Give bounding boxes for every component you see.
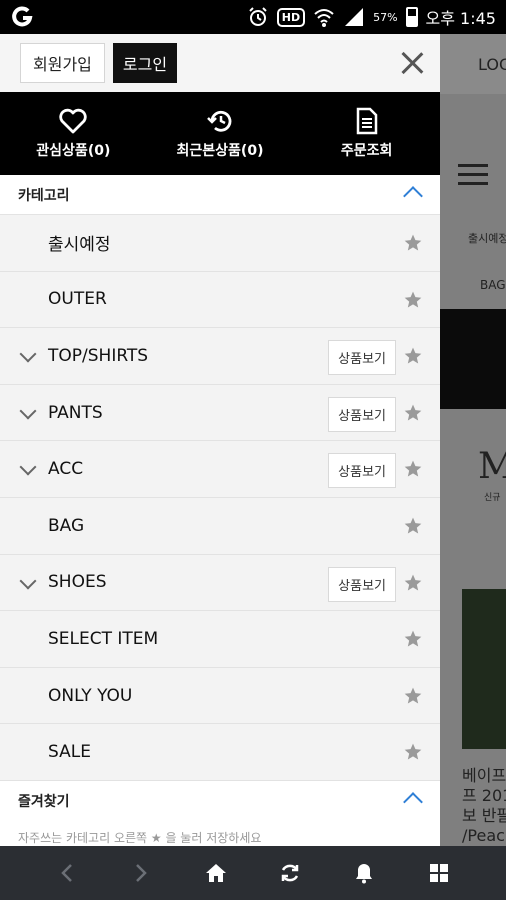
wifi-icon	[313, 6, 335, 28]
view-products-button[interactable]: 상품보기	[328, 566, 396, 602]
star-icon[interactable]	[402, 402, 424, 424]
signal-icon	[343, 6, 365, 28]
category-label: BAG	[48, 515, 85, 536]
chevron-down-icon[interactable]	[19, 572, 37, 590]
favorites-section: 즐겨찾기 자주쓰는 카테고리 오른쪽 ★ 을 눌러 저장하세요	[0, 780, 440, 846]
recent-items-label: 최근본상품(0)	[176, 142, 264, 159]
category-section-header[interactable]: 카테고리	[0, 175, 440, 215]
category-label: SHOES	[48, 572, 107, 593]
star-icon[interactable]	[402, 289, 424, 311]
star-icon[interactable]	[402, 232, 424, 254]
quick-menu: 관심상품(0) 최근본상품(0) 주문조회	[0, 92, 440, 175]
login-button[interactable]: 로그인	[112, 43, 178, 83]
category-label: ONLY YOU	[48, 685, 133, 706]
category-item[interactable]: SHOES 상품보기	[0, 555, 440, 612]
star-icon[interactable]	[402, 628, 424, 650]
category-label: TOP/SHIRTS	[48, 345, 149, 366]
background-product-photo	[462, 589, 506, 749]
category-item[interactable]: ACC 상품보기	[0, 441, 440, 498]
view-products-button[interactable]: 상품보기	[328, 453, 396, 489]
refresh-icon[interactable]	[270, 853, 310, 893]
forward-icon[interactable]	[121, 853, 161, 893]
category-list: 출시예정 OUTER TOP/SHIRTS 상품보기 PANTS 상품보기 ACC 상품보기 B…	[0, 215, 440, 781]
hamburger-icon	[458, 164, 488, 191]
chevron-down-icon[interactable]	[19, 458, 37, 476]
tabs-icon[interactable]	[419, 853, 459, 893]
background-nav-text-2: BAG	[480, 278, 506, 292]
battery-icon	[405, 7, 418, 27]
star-icon[interactable]	[402, 572, 424, 594]
back-icon[interactable]	[47, 853, 87, 893]
category-label: PANTS	[48, 402, 103, 423]
drawer-header: 회원가입 로그인	[0, 34, 440, 92]
hd-icon: HD	[276, 7, 306, 27]
close-icon[interactable]	[400, 51, 424, 75]
document-icon	[355, 107, 379, 134]
category-label: SELECT ITEM	[48, 628, 159, 649]
recent-items-button[interactable]: 최근본상품(0)	[147, 92, 294, 175]
order-lookup-label: 주문조회	[340, 142, 393, 159]
star-icon[interactable]	[402, 515, 424, 537]
view-products-button[interactable]: 상품보기	[328, 340, 396, 376]
chevron-up-icon[interactable]	[403, 792, 423, 812]
category-title: 카테고리	[18, 187, 70, 204]
category-label: ACC	[48, 459, 84, 480]
side-drawer: 회원가입 로그인 관심상품(0) 최근본상품(0) 주문조회 카테고리 출시예정…	[0, 34, 440, 846]
category-label: OUTER	[48, 289, 107, 310]
background-login-link: LOG	[440, 34, 506, 94]
status-bar: HD 57% 오후 1:45	[0, 0, 506, 34]
history-icon	[206, 108, 234, 134]
category-item[interactable]: OUTER	[0, 272, 440, 329]
alarm-icon	[247, 6, 269, 28]
star-icon[interactable]	[402, 685, 424, 707]
clock: 오후 1:45	[425, 9, 496, 28]
chevron-down-icon[interactable]	[19, 402, 37, 420]
category-item[interactable]: SALE	[0, 724, 440, 781]
favorites-title: 즐겨찾기	[18, 793, 70, 810]
category-label: 출시예정	[48, 235, 111, 256]
wishlist-label: 관심상품(0)	[36, 142, 111, 159]
background-product-caption: 베이프 프 201 보 반팔 /Peac	[462, 766, 506, 845]
carrier-icon	[10, 5, 34, 29]
favorites-section-header[interactable]: 즐겨찾기	[0, 780, 440, 821]
favorites-note: 자주쓰는 카테고리 오른쪽 ★ 을 눌러 저장하세요	[18, 830, 262, 845]
chevron-down-icon[interactable]	[19, 345, 37, 363]
category-item[interactable]: PANTS 상품보기	[0, 385, 440, 442]
background-page: LOG 출시예정 BAG M 신규 베이프 프 201 보 반팔 /Peac	[440, 34, 506, 846]
order-lookup-button[interactable]: 주문조회	[293, 92, 440, 175]
category-label: SALE	[48, 742, 91, 763]
browser-bottom-bar	[0, 846, 506, 900]
chevron-up-icon[interactable]	[403, 186, 423, 206]
background-brand-sub: 신규	[484, 493, 501, 503]
category-item[interactable]: 출시예정	[0, 215, 440, 272]
category-item[interactable]: TOP/SHIRTS 상품보기	[0, 328, 440, 385]
wishlist-button[interactable]: 관심상품(0)	[0, 92, 147, 175]
bell-icon[interactable]	[344, 853, 384, 893]
star-icon[interactable]	[402, 458, 424, 480]
category-item[interactable]: BAG	[0, 498, 440, 555]
category-item[interactable]: ONLY YOU	[0, 668, 440, 725]
background-banner	[440, 309, 506, 409]
join-button[interactable]: 회원가입	[20, 43, 105, 83]
home-icon[interactable]	[196, 853, 236, 893]
category-item[interactable]: SELECT ITEM	[0, 611, 440, 668]
heart-icon	[59, 108, 88, 134]
star-icon[interactable]	[402, 741, 424, 763]
background-nav-text: 출시예정	[468, 232, 506, 245]
background-brand-letter: M	[478, 446, 506, 487]
battery-percent: 57%	[373, 10, 398, 24]
star-icon[interactable]	[402, 345, 424, 367]
view-products-button[interactable]: 상품보기	[328, 396, 396, 432]
